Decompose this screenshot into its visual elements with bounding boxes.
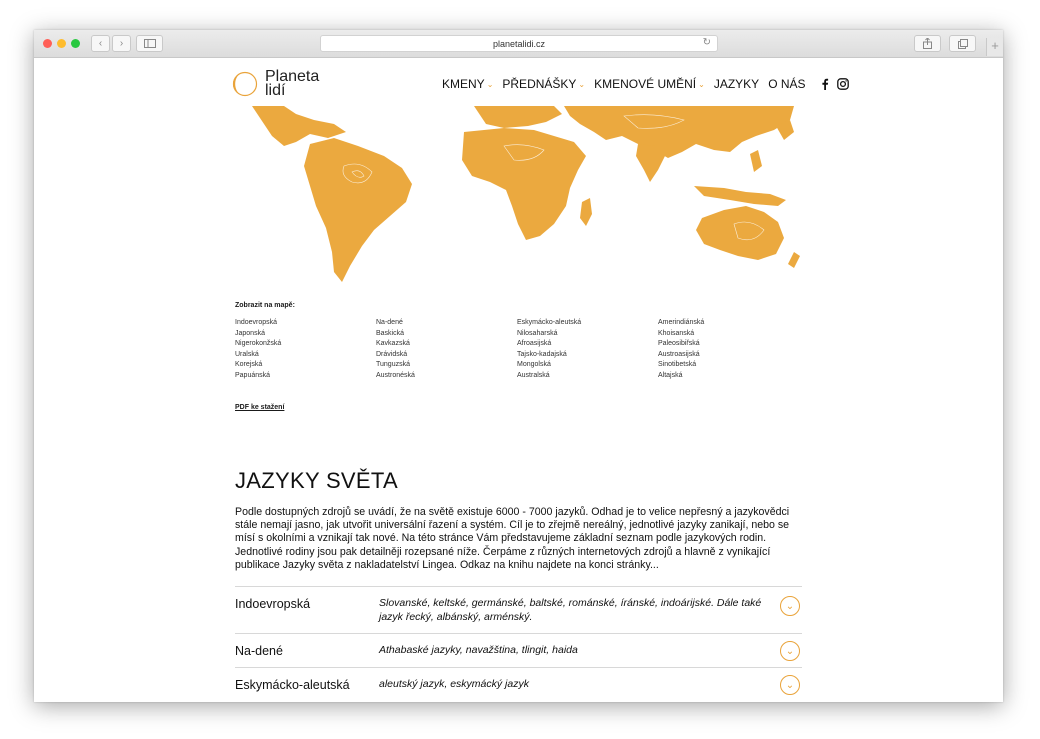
chevron-down-icon: ⌄: [578, 79, 586, 89]
nav-item-kmenove-umeni[interactable]: KMENOVÉ UMĚNÍ ⌄: [594, 77, 705, 91]
nav-item-jazyky[interactable]: JAZYKY: [714, 77, 759, 91]
page-title: JAZYKY SVĚTA: [235, 468, 398, 493]
legend-item[interactable]: Tunguzská: [376, 360, 517, 371]
family-description: aleutský jazyk, eskymácký jazyk: [379, 678, 529, 690]
legend-item[interactable]: Khoisanská: [658, 329, 799, 340]
legend-item[interactable]: Drávidská: [376, 350, 517, 361]
nav-item-prednasky[interactable]: PŘEDNÁŠKY ⌄: [502, 77, 585, 91]
address-bar[interactable]: planetalidi.cz ↻: [320, 35, 718, 52]
expand-button[interactable]: ⌄: [780, 596, 800, 616]
legend-item[interactable]: Na-dené: [376, 318, 517, 329]
legend-item[interactable]: Nigerokonžská: [235, 339, 376, 350]
legend-item[interactable]: Altajská: [658, 371, 799, 382]
nav-label: PŘEDNÁŠKY: [502, 77, 577, 91]
nav-label: KMENY: [442, 77, 485, 91]
family-row[interactable]: Indoevropská Slovanské, keltské, germáns…: [235, 586, 802, 633]
map-madagascar: [580, 198, 592, 226]
map-legend-title: Zobrazit na mapě:: [235, 302, 295, 309]
legend-item[interactable]: Australská: [517, 371, 658, 382]
legend-item[interactable]: Eskymácko-aleutská: [517, 318, 658, 329]
language-family-list: Indoevropská Slovanské, keltské, germáns…: [235, 586, 802, 701]
plus-icon: +: [991, 38, 999, 53]
browser-window: ‹ › planetalidi.cz ↻ + Planeta lidí KMEN…: [34, 30, 1003, 702]
tabs-overview-button[interactable]: [949, 35, 976, 52]
map-asia: [564, 106, 794, 158]
family-name: Na-dené: [235, 644, 283, 658]
map-legend-list: Indoevropská Na-dené Eskymácko-aleutská …: [235, 318, 799, 382]
sidebar-icon: [143, 39, 156, 48]
expand-button[interactable]: ⌄: [780, 675, 800, 695]
tabs-icon: [957, 38, 968, 49]
legend-item[interactable]: Mongolská: [517, 360, 658, 371]
share-icon: [923, 38, 932, 49]
intro-paragraph: Podle dostupných zdrojů se uvádí, že na …: [235, 506, 790, 571]
legend-item[interactable]: Papuánská: [235, 371, 376, 382]
forward-button[interactable]: ›: [112, 35, 131, 52]
nav-item-kmeny[interactable]: KMENY ⌄: [442, 77, 493, 91]
minimize-window-button[interactable]: [57, 39, 66, 48]
main-navigation: KMENY ⌄ PŘEDNÁŠKY ⌄ KMENOVÉ UMĚNÍ ⌄ JAZYKY …: [442, 77, 849, 91]
map-new-zealand: [788, 252, 800, 268]
back-button[interactable]: ‹: [91, 35, 110, 52]
chevron-down-icon: ⌄: [785, 679, 795, 691]
family-name: Eskymácko-aleutská: [235, 678, 350, 692]
family-description: Athabaské jazyky, navažština, tlingit, h…: [379, 644, 578, 656]
url-text: planetalidi.cz: [492, 38, 546, 49]
chevron-down-icon: ⌄: [785, 600, 795, 612]
expand-button[interactable]: ⌄: [780, 641, 800, 661]
pdf-download-link[interactable]: PDF ke stažení: [235, 404, 284, 411]
family-name: Indoevropská: [235, 597, 311, 611]
chevron-down-icon: ⌄: [486, 79, 494, 89]
map-philippines: [750, 150, 762, 172]
logo-line-2: lidí: [265, 82, 286, 99]
maximize-window-button[interactable]: [71, 39, 80, 48]
share-button[interactable]: [914, 35, 941, 52]
legend-item[interactable]: Baskická: [376, 329, 517, 340]
web-page: Planeta lidí KMENY ⌄ PŘEDNÁŠKY ⌄ KMENOVÉ U…: [34, 58, 1003, 702]
legend-item[interactable]: Uralská: [235, 350, 376, 361]
sidebar-toggle-button[interactable]: [136, 35, 163, 52]
legend-item[interactable]: Nilosaharská: [517, 329, 658, 340]
map-indonesia: [694, 186, 786, 206]
chevron-right-icon: ›: [119, 38, 124, 49]
nav-label: O NÁS: [768, 77, 806, 91]
legend-item[interactable]: Korejská: [235, 360, 376, 371]
chevron-down-icon: ⌄: [698, 79, 705, 89]
map-australia: [696, 206, 784, 260]
browser-toolbar: ‹ › planetalidi.cz ↻ +: [34, 30, 1003, 58]
legend-item[interactable]: Kavkazská: [376, 339, 517, 350]
legend-item[interactable]: Austronéská: [376, 371, 517, 382]
map-south-america: [304, 138, 412, 282]
family-description: Slovanské, keltské, germánské, baltské, …: [379, 597, 762, 623]
legend-item[interactable]: Amerindiánská: [658, 318, 799, 329]
legend-item[interactable]: Austroasijská: [658, 350, 799, 361]
family-row[interactable]: Na-dené Athabaské jazyky, navažština, tl…: [235, 633, 802, 667]
instagram-icon[interactable]: [836, 78, 849, 90]
chevron-down-icon: ⌄: [785, 645, 795, 657]
chevron-left-icon: ‹: [98, 38, 103, 49]
legend-item[interactable]: Afroasijská: [517, 339, 658, 350]
nav-label: KMENOVÉ UMĚNÍ: [594, 77, 697, 91]
legend-item[interactable]: Indoevropská: [235, 318, 376, 329]
nav-label: JAZYKY: [713, 77, 760, 91]
family-row[interactable]: Eskymácko-aleutská aleutský jazyk, eskym…: [235, 667, 802, 701]
legend-item[interactable]: Japonská: [235, 329, 376, 340]
close-window-button[interactable]: [43, 39, 52, 48]
site-logo[interactable]: Planeta lidí: [232, 69, 319, 99]
facebook-icon[interactable]: [821, 78, 829, 90]
new-tab-button[interactable]: +: [986, 38, 1003, 56]
reload-icon[interactable]: ↻: [703, 37, 711, 48]
map-europe: [474, 106, 562, 128]
logo-text: Planeta lidí: [265, 69, 319, 99]
planet-logo-icon: [232, 71, 258, 97]
legend-item[interactable]: Tajsko-kadajská: [517, 350, 658, 361]
legend-item[interactable]: Sinotibetská: [658, 360, 799, 371]
social-links: [821, 78, 849, 90]
nav-item-o-nas[interactable]: O NÁS: [768, 77, 805, 91]
world-map[interactable]: [34, 106, 1003, 286]
legend-item[interactable]: Paleosibiřská: [658, 339, 799, 350]
